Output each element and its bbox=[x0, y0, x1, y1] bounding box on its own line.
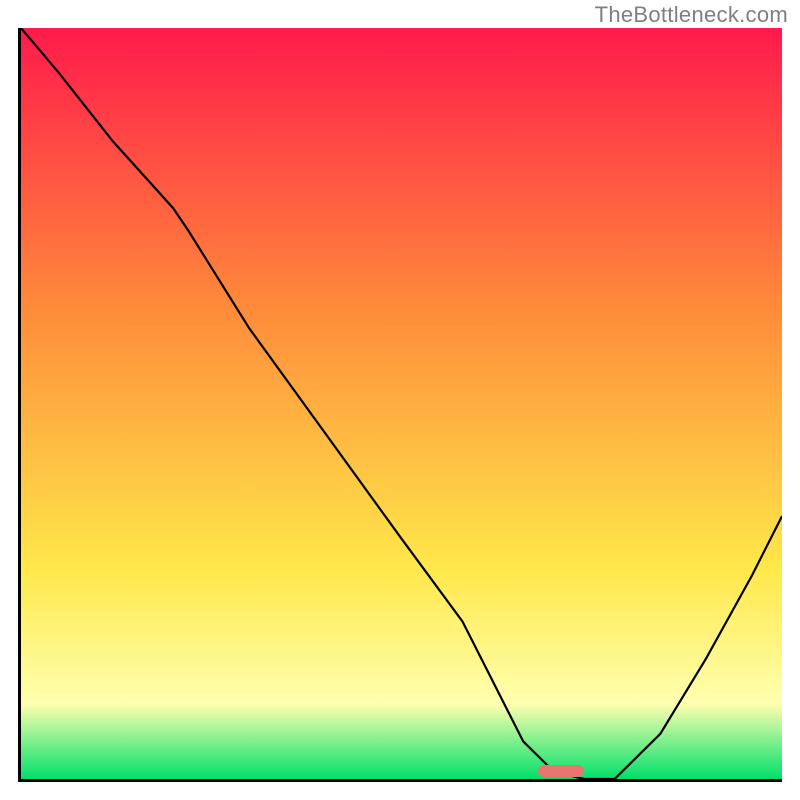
gradient-background bbox=[21, 28, 782, 779]
chart-svg bbox=[21, 28, 782, 779]
chart-axes bbox=[18, 28, 782, 782]
x-axis bbox=[18, 779, 782, 782]
chart-root: { "watermark": "TheBottleneck.com", "col… bbox=[0, 0, 800, 800]
plot-area bbox=[21, 28, 782, 779]
watermark-text: TheBottleneck.com bbox=[595, 2, 788, 28]
optimal-marker bbox=[538, 765, 584, 777]
